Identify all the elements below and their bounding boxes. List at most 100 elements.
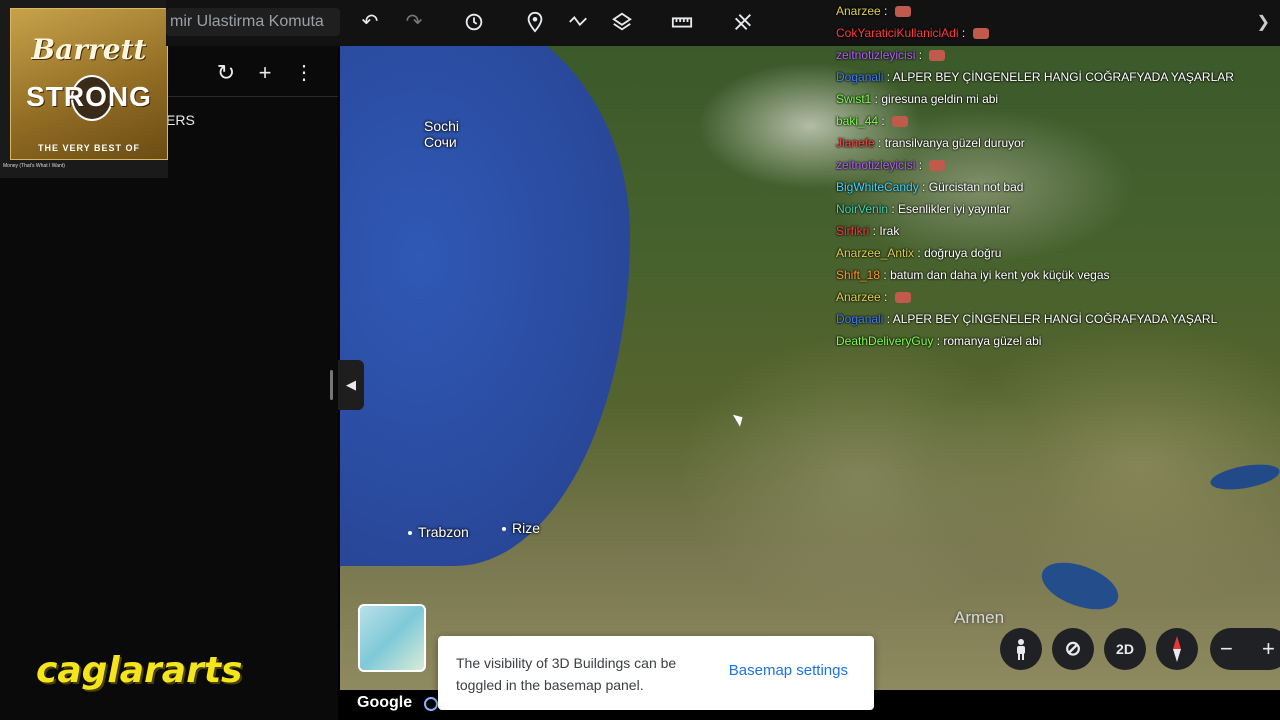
chat-separator: : <box>883 70 893 84</box>
zoom-in-button[interactable]: + <box>1262 628 1275 670</box>
chat-text: doğruya doğru <box>924 246 1002 260</box>
chat-text: transilvanya güzel duruyor <box>884 136 1025 150</box>
chat-text: batum dan daha iyi kent yok küçük vegas <box>890 268 1110 282</box>
place-label-trabzon[interactable]: Trabzon <box>408 524 469 540</box>
black-sea <box>340 46 630 566</box>
zoom-control: − + <box>1210 628 1280 670</box>
emote-icon <box>892 116 909 128</box>
chat-username: baki_44 <box>836 114 879 128</box>
location-off-icon[interactable]: ⊘ <box>1052 628 1094 670</box>
chat-message: Anarzee_Antix : doğruya doğru <box>836 242 1276 264</box>
history-icon[interactable] <box>460 8 488 36</box>
chat-separator: : <box>871 92 882 106</box>
panel-resize-handle[interactable] <box>330 370 333 400</box>
chat-message: Jlanefe : transilvanya güzel duruyor <box>836 132 1276 154</box>
chat-text: giresuna geldin mi abi <box>881 92 999 106</box>
chat-message: zeitnotizleyicisi : <box>836 154 1276 176</box>
place-pin-icon[interactable] <box>521 8 549 36</box>
compass-icon[interactable] <box>1156 628 1198 670</box>
chat-message: BigWhiteCandy : Gürcistan not bad <box>836 176 1276 198</box>
channel-watermark: caglararts <box>36 650 243 691</box>
chat-message: Doganali : ALPER BEY ÇİNGENELER HANGİ CO… <box>836 308 1276 330</box>
view-mode-button[interactable]: 2D <box>1104 628 1146 670</box>
chat-message: Doganali : ALPER BEY ÇİNGENELER HANGİ CO… <box>836 66 1276 88</box>
album-artist-first: Barrett <box>31 33 147 66</box>
chat-username: Anarzee_Antix <box>836 246 915 260</box>
project-title[interactable]: mir Ulastirma Komuta <box>166 8 340 36</box>
chat-separator: : <box>880 4 891 18</box>
chat-username: Swist1 <box>836 92 872 106</box>
sidebar-section-label: ERS <box>166 112 195 128</box>
layers-icon[interactable] <box>608 8 636 36</box>
chat-separator: : <box>874 136 885 150</box>
info-toast: The visibility of 3D Buildings can be to… <box>438 636 874 710</box>
chat-separator: : <box>933 334 944 348</box>
chat-username: Doganali <box>836 312 884 326</box>
basemap-settings-button[interactable]: Basemap settings <box>729 662 848 679</box>
chat-message: Anarzee : <box>836 286 1276 308</box>
emote-icon <box>894 6 911 18</box>
emote-icon <box>929 50 946 62</box>
album-subtitle: THE VERY BEST OF <box>37 143 140 153</box>
chat-username: Jlanefe <box>836 136 875 150</box>
chat-separator: : <box>880 268 891 282</box>
chat-message: DeathDeliveryGuy : romanya güzel abi <box>836 330 1276 352</box>
ruler-icon[interactable] <box>668 8 696 36</box>
emote-icon <box>972 28 989 40</box>
chat-username: Anarzee <box>836 290 881 304</box>
chat-separator: : <box>878 114 889 128</box>
chat-text: Irak <box>879 224 900 238</box>
refresh-icon[interactable]: ↻ <box>213 60 239 86</box>
chat-username: Shift_18 <box>836 268 881 282</box>
chat-message: NoirVenin : Esenlikler iyi yayınlar <box>836 198 1276 220</box>
chat-username: CokYaraticiKullaniciAdi <box>836 26 959 40</box>
undo-icon[interactable]: ↶ <box>356 8 384 36</box>
chat-overlay: Anarzee : CokYaraticiKullaniciAdi : zeit… <box>836 0 1276 352</box>
google-logo: Google <box>357 694 413 711</box>
pegman-button[interactable] <box>1000 628 1042 670</box>
chevron-left-icon[interactable]: ◀ <box>338 360 364 410</box>
pegman-icon <box>1017 639 1025 660</box>
chat-username: NoirVenin <box>836 202 889 216</box>
chat-message: Shift_18 : batum dan daha iyi kent yok k… <box>836 264 1276 286</box>
lake <box>1208 460 1280 494</box>
place-label-sochi[interactable]: Sochi Сочи <box>424 118 459 150</box>
satellite-icon[interactable] <box>729 8 757 36</box>
mouse-cursor <box>732 411 747 427</box>
chat-separator: : <box>915 48 926 62</box>
redo-icon[interactable]: ↷ <box>400 8 428 36</box>
chat-separator: : <box>914 246 925 260</box>
chat-text: Esenlikler iyi yayınlar <box>898 202 1011 216</box>
chat-separator: : <box>958 26 969 40</box>
add-icon[interactable]: + <box>252 60 278 86</box>
track-caption: Money (That's What I Want) <box>3 163 65 169</box>
chat-text: ALPER BEY ÇİNGENELER HANGİ COĞRAFYADA YA… <box>892 70 1234 84</box>
chat-message: zeitnotizleyicisi : <box>836 44 1276 66</box>
chat-separator: : <box>915 158 926 172</box>
chat-separator: : <box>869 224 880 238</box>
chat-text: Gürcistan not bad <box>928 180 1024 194</box>
chat-text: ALPER BEY ÇİNGENELER HANGİ COĞRAFYADA YA… <box>892 312 1218 326</box>
chat-separator: : <box>880 290 891 304</box>
album-overlay: Barrett STRONG THE VERY BEST OF Money (T… <box>0 0 168 178</box>
album-cover: Barrett STRONG THE VERY BEST OF <box>10 8 168 160</box>
more-vert-icon[interactable]: ⋮ <box>291 60 317 86</box>
emote-icon <box>929 160 946 172</box>
chat-message: CokYaraticiKullaniciAdi : <box>836 22 1276 44</box>
chat-username: BigWhiteCandy <box>836 180 919 194</box>
chat-username: DeathDeliveryGuy <box>836 334 934 348</box>
chat-message: Swist1 : giresuna geldin mi abi <box>836 88 1276 110</box>
toast-message: The visibility of 3D Buildings can be to… <box>456 655 677 693</box>
zoom-out-button[interactable]: − <box>1220 628 1233 670</box>
place-label-rize[interactable]: Rize <box>502 520 540 536</box>
chat-separator: : <box>918 180 929 194</box>
chat-username: Sirfikri <box>836 224 870 238</box>
attribution-icon[interactable] <box>424 697 438 711</box>
chat-text: romanya güzel abi <box>943 334 1042 348</box>
path-icon[interactable] <box>564 8 592 36</box>
chat-message: Sirfikri : Irak <box>836 220 1276 242</box>
chat-message: baki_44 : <box>836 110 1276 132</box>
chat-separator: : <box>888 202 899 216</box>
basemap-toggle-button[interactable] <box>358 604 426 672</box>
chat-username: Anarzee <box>836 4 881 18</box>
